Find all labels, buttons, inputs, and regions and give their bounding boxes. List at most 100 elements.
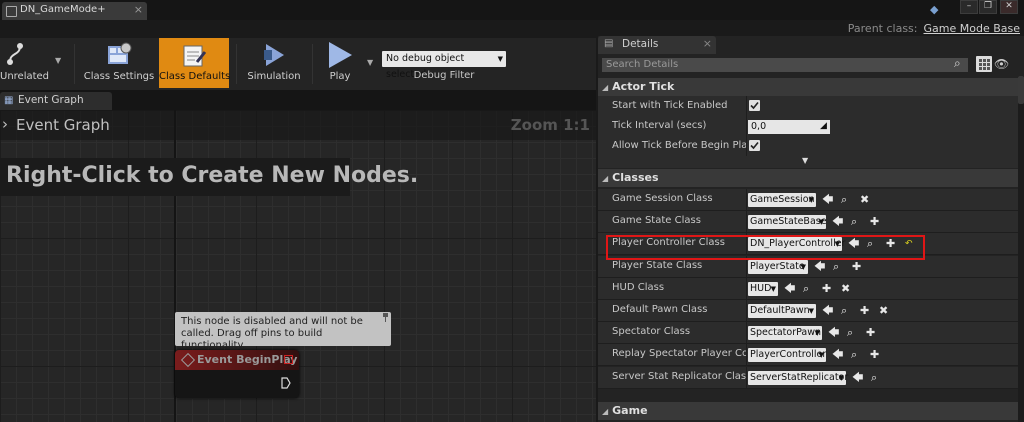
- chevron-down-icon: ▼: [818, 218, 824, 227]
- play-button[interactable]: Play: [318, 38, 362, 88]
- exec-output-pin-icon[interactable]: [281, 377, 291, 389]
- graph-tab-bar: ▦ Event Graph: [0, 90, 596, 110]
- player-controller-highlight: [606, 235, 925, 260]
- close-tab-icon[interactable]: ×: [134, 3, 143, 16]
- chevron-down-icon: ▼: [497, 55, 503, 63]
- search-details-input[interactable]: Search Details: [602, 58, 968, 72]
- unrelated-button[interactable]: Unrelated: [0, 38, 49, 88]
- browse-icon[interactable]: ⌕: [803, 282, 809, 296]
- arrow-left-icon[interactable]: 🡄: [832, 348, 843, 362]
- unrelated-dropdown-icon[interactable]: ▼: [55, 56, 61, 65]
- details-icon: ▤: [604, 38, 614, 49]
- add-icon[interactable]: ✚: [866, 326, 875, 340]
- document-tab[interactable]: DN_GameMode+ ×: [2, 2, 147, 20]
- property-label: Server Stat Replicator Class: [612, 370, 746, 382]
- search-icon[interactable]: ⌕: [954, 56, 961, 71]
- allow-tick-before-play-checkbox[interactable]: [749, 140, 760, 151]
- arrow-left-icon[interactable]: 🡄: [828, 326, 839, 340]
- clear-icon[interactable]: ✖: [879, 304, 888, 318]
- document-tab-label: DN_GameMode+: [20, 4, 106, 15]
- drag-handle-icon[interactable]: ◢: [820, 121, 827, 131]
- category-actor-tick[interactable]: ◢ Actor Tick: [598, 78, 1018, 96]
- start-with-tick-checkbox[interactable]: [749, 100, 760, 111]
- view-options-button[interactable]: [976, 56, 992, 72]
- pin-icon[interactable]: [382, 313, 389, 322]
- connections-icon: [7, 43, 23, 65]
- close-window-button[interactable]: ✕: [1000, 0, 1018, 14]
- class-picker-value: GameStateBase: [750, 216, 827, 228]
- browse-icon[interactable]: ⌕: [851, 348, 857, 362]
- advanced-expander[interactable]: ▼: [598, 156, 1018, 168]
- close-tab-icon[interactable]: ×: [703, 37, 712, 50]
- create-nodes-hint-text: Right-Click to Create New Nodes.: [6, 163, 419, 188]
- tab-event-graph[interactable]: ▦ Event Graph: [0, 92, 112, 110]
- browse-icon[interactable]: ⌕: [847, 326, 853, 340]
- add-icon[interactable]: ✚: [870, 215, 879, 229]
- add-icon[interactable]: ✚: [852, 260, 861, 274]
- class-picker-combo[interactable]: SpectatorPawn ▼: [748, 326, 822, 341]
- simulation-button[interactable]: Simulation: [242, 38, 306, 88]
- tab-details[interactable]: ▤ Details ×: [598, 36, 716, 54]
- class-picker-combo[interactable]: DefaultPawn ▼: [748, 304, 816, 318]
- class-picker-combo[interactable]: PlayerController ▼: [748, 348, 826, 363]
- toolbar-divider: [236, 44, 237, 84]
- debug-object-select[interactable]: No debug object selected ▼: [382, 51, 506, 80]
- details-scrollbar[interactable]: [1018, 76, 1024, 422]
- title-bar: DN_GameMode+ × ◆ – ❐ ✕: [0, 0, 1024, 20]
- delegate-pin-icon[interactable]: [284, 355, 293, 364]
- node-title: Event BeginPlay: [197, 353, 298, 366]
- add-icon[interactable]: ✚: [822, 282, 831, 296]
- browse-icon[interactable]: ⌕: [833, 260, 839, 274]
- arrow-left-icon[interactable]: 🡄: [822, 193, 833, 207]
- class-picker-value: ServerStatReplicator: [750, 371, 849, 383]
- parent-class: Parent class: Game Mode Base: [848, 22, 1020, 35]
- parent-class-link[interactable]: Game Mode Base: [924, 22, 1021, 35]
- blueprint-icon: [6, 6, 17, 17]
- browse-icon[interactable]: ⌕: [871, 371, 877, 385]
- minimize-button[interactable]: –: [960, 0, 978, 14]
- ue-logo-icon: ◆: [930, 3, 939, 16]
- class-picker-combo[interactable]: GameStateBase ▼: [748, 215, 827, 230]
- category-game[interactable]: ◢ Game: [598, 402, 1018, 420]
- property-label: Allow Tick Before Begin Play: [612, 140, 746, 151]
- graph-breadcrumb[interactable]: Event Graph: [16, 116, 110, 134]
- property-label: HUD Class: [612, 281, 665, 293]
- class-picker-value: HUD: [750, 282, 772, 294]
- clear-icon[interactable]: ✖: [841, 282, 850, 296]
- class-defaults-button[interactable]: Class Defaults: [159, 38, 230, 88]
- arrow-left-icon[interactable]: 🡄: [814, 260, 825, 274]
- blueprint-toolbar: Unrelated ▼ Class Settings Class Default…: [0, 38, 596, 90]
- class-picker-combo[interactable]: HUD ▼: [748, 281, 778, 296]
- browse-icon[interactable]: ⌕: [841, 304, 847, 318]
- scrollbar-thumb[interactable]: [1018, 76, 1024, 104]
- debug-filter-label: Debug Filter: [413, 70, 475, 81]
- restore-button[interactable]: ❐: [979, 0, 997, 14]
- class-settings-button[interactable]: Class Settings: [80, 38, 158, 88]
- event-beginplay-node[interactable]: Event BeginPlay: [175, 350, 299, 398]
- clear-icon[interactable]: ✖: [860, 193, 869, 207]
- browse-icon[interactable]: ⌕: [841, 193, 847, 207]
- graph-canvas[interactable]: › Event Graph Zoom 1:1 Right-Click to Cr…: [0, 110, 596, 422]
- add-icon[interactable]: ✚: [860, 304, 869, 318]
- class-picker-combo[interactable]: ServerStatReplicator ▼: [748, 370, 849, 385]
- chevron-down-icon: ▼: [808, 307, 814, 315]
- class-picker-combo[interactable]: GameSession ▼: [748, 193, 816, 207]
- checkmark-icon: [750, 101, 759, 110]
- graph-breadcrumb-bar: › Event Graph Zoom 1:1: [0, 110, 596, 140]
- eye-icon[interactable]: 👁: [994, 57, 1009, 71]
- arrow-left-icon[interactable]: 🡄: [822, 304, 833, 318]
- arrow-left-icon[interactable]: 🡄: [832, 215, 843, 229]
- zoom-level: Zoom 1:1: [510, 116, 590, 134]
- arrow-left-icon[interactable]: 🡄: [852, 371, 863, 385]
- tick-interval-field[interactable]: 0,0: [748, 120, 830, 134]
- chevron-down-icon: ▼: [808, 196, 814, 204]
- add-icon[interactable]: ✚: [870, 348, 879, 362]
- column-divider: [746, 277, 747, 300]
- category-classes[interactable]: ◢ Classes: [598, 169, 1018, 187]
- play-options-dropdown-icon[interactable]: ▼: [367, 58, 373, 67]
- class-picker-combo[interactable]: PlayerState ▼: [748, 259, 808, 274]
- toolbar-divider: [74, 44, 75, 84]
- arrow-left-icon[interactable]: 🡄: [784, 282, 795, 296]
- property-row: Tick Interval (secs) 0,0 ◢: [598, 116, 1018, 138]
- browse-icon[interactable]: ⌕: [851, 215, 857, 229]
